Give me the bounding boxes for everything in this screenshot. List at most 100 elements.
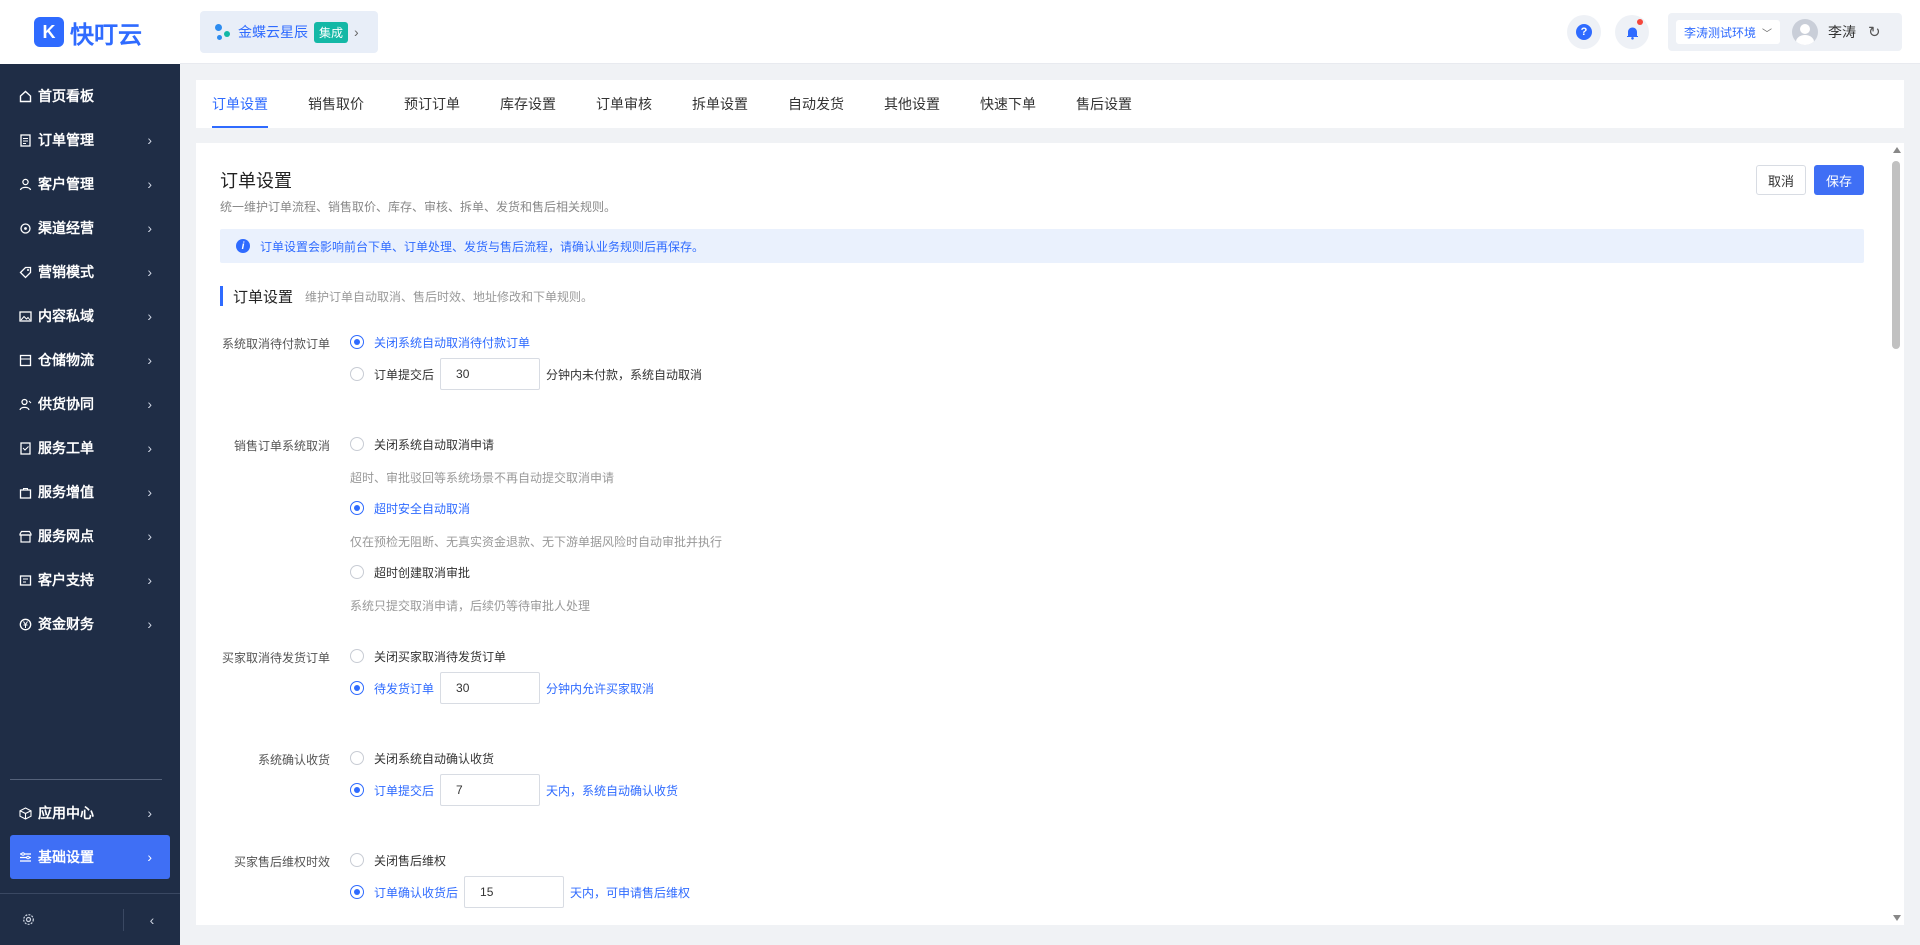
radio-button[interactable] [350,783,364,797]
page-description: 统一维护订单流程、销售取价、库存、审核、拆单、发货和售后相关规则。 [220,200,617,214]
radio-label: 订单提交后 [374,367,435,382]
logo[interactable]: K 快叮云 [0,0,180,64]
minutes-input[interactable] [440,358,541,390]
image-icon [18,309,32,323]
radio-option[interactable]: 关闭系统自动取消申请 [350,429,494,459]
scroll-up-arrow-icon[interactable] [1893,147,1901,153]
user-menu[interactable]: 李涛测试环境 ﹀ 李涛 ↻ [1668,13,1902,51]
tab-order-review[interactable]: 订单审核 [596,80,652,128]
sidebar-item-content[interactable]: 内容私域 › [0,294,180,338]
sidebar-item-label: 服务工单 [38,440,94,456]
tab-split-settings[interactable]: 拆单设置 [692,80,748,128]
tab-after-sales[interactable]: 售后设置 [1076,80,1132,128]
radio-label: 订单确认收货后 [374,885,459,900]
cancel-button[interactable]: 取消 [1756,165,1806,195]
section-subtitle: 维护订单自动取消、售后时效、地址修改和下单规则。 [305,289,594,304]
radio-option[interactable]: 待发货订单 分钟内允许买家取消 [350,671,654,705]
sidebar-nav: 首页看板 订单管理 › 客户管理 › 渠道经营 › 营销模式 › 内容私域 › [0,64,180,646]
radio-option[interactable]: 关闭系统自动取消待付款订单 [350,327,530,357]
sidebar-item-channels[interactable]: 渠道经营 › [0,206,180,250]
radio-button[interactable] [350,853,364,867]
notification-button[interactable] [1615,15,1649,49]
cube-icon [18,806,32,820]
avatar[interactable] [1792,19,1819,45]
chevron-right-icon: › [147,352,152,368]
integration-brand-chip[interactable]: 金蝶云星辰 集成 › [200,11,378,53]
sidebar-item-label: 基础设置 [38,849,94,865]
sidebar: K 快叮云 首页看板 订单管理 › 客户管理 › 渠道经营 › 营销模式 › 内… [0,0,180,945]
sidebar-item-basic-settings[interactable]: 基础设置 › [10,835,170,879]
sidebar-item-customers[interactable]: 客户管理 › [0,162,180,206]
minutes-input[interactable] [440,672,541,704]
sidebar-item-orders[interactable]: 订单管理 › [0,118,180,162]
radio-option[interactable]: 超时安全自动取消 [350,493,470,523]
bag-icon [18,485,32,499]
days-input[interactable] [464,876,565,908]
collapse-icon[interactable]: ‹ [124,912,180,928]
tag-icon [18,265,32,279]
field-label: 销售订单系统取消 [233,439,330,453]
sidebar-item-label: 资金财务 [38,616,94,632]
sidebar-divider [10,779,162,780]
tab-other-settings[interactable]: 其他设置 [884,80,940,128]
settings-tabs: 订单设置 销售取价 预订订单 库存设置 订单审核 拆单设置 自动发货 其他设置 … [196,80,1904,128]
sidebar-item-supply[interactable]: 供货协同 › [0,382,180,426]
radio-option[interactable]: 订单提交后 天内，系统自动确认收货 [350,773,678,807]
refresh-icon[interactable]: ↻ [1868,23,1881,41]
sidebar-item-value-added[interactable]: 服务增值 › [0,470,180,514]
field-label: 买家售后维权时效 [233,855,330,869]
radio-button[interactable] [350,437,364,451]
tab-order-settings[interactable]: 订单设置 [212,80,268,128]
tab-inventory-settings[interactable]: 库存设置 [500,80,556,128]
radio-button[interactable] [350,751,364,765]
radio-button[interactable] [350,501,364,515]
radio-option[interactable]: 超时创建取消审批 [350,557,470,587]
help-icon: ? [1576,24,1592,40]
chevron-right-icon: › [354,24,359,40]
sidebar-item-label: 内容私域 [38,308,94,324]
sidebar-item-label: 首页看板 [38,88,94,104]
chevron-right-icon: › [147,176,152,192]
sidebar-item-app-center[interactable]: 应用中心 › [0,791,180,835]
brand-logo-icon [214,22,232,42]
tab-auto-shipping[interactable]: 自动发货 [788,80,844,128]
chevron-right-icon: › [147,440,152,456]
radio-option[interactable]: 关闭售后维权 [350,845,446,875]
gear-icon[interactable] [0,908,124,931]
tab-quick-order[interactable]: 快速下单 [980,80,1036,128]
radio-option[interactable]: 订单确认收货后 天内，可申请售后维权 [350,875,690,909]
chevron-right-icon: › [147,484,152,500]
radio-button[interactable] [350,367,364,381]
radio-button[interactable] [350,885,364,899]
sidebar-item-outlets[interactable]: 服务网点 › [0,514,180,558]
scroll-down-arrow-icon[interactable] [1893,915,1901,921]
sidebar-item-service-tickets[interactable]: 服务工单 › [0,426,180,470]
field-label: 系统确认收货 [257,753,330,767]
radio-button[interactable] [350,681,364,695]
radio-option[interactable]: 订单提交后 分钟内未付款，系统自动取消 [350,357,702,391]
sidebar-item-support[interactable]: 客户支持 › [0,558,180,602]
scrollbar-thumb[interactable] [1892,161,1900,349]
sidebar-item-finance[interactable]: 资金财务 › [0,602,180,646]
radio-label: 关闭买家取消待发货订单 [374,649,507,664]
environment-select[interactable]: 李涛测试环境 ﹀ [1676,20,1781,44]
tab-sales-pricing[interactable]: 销售取价 [308,80,364,128]
chevron-right-icon: › [147,805,152,821]
sidebar-item-label: 订单管理 [38,132,94,148]
radio-button[interactable] [350,649,364,663]
radio-option[interactable]: 关闭系统自动确认收货 [350,743,494,773]
help-button[interactable]: ? [1567,15,1601,49]
sidebar-item-marketing[interactable]: 营销模式 › [0,250,180,294]
vertical-scrollbar[interactable] [1890,143,1904,925]
save-button[interactable]: 保存 [1814,165,1864,195]
days-input[interactable] [440,774,541,806]
chevron-right-icon: › [147,308,152,324]
sidebar-item-warehouse[interactable]: 仓储物流 › [0,338,180,382]
radio-button[interactable] [350,335,364,349]
ticket-icon [18,441,32,455]
radio-button[interactable] [350,565,364,579]
tab-pre-orders[interactable]: 预订订单 [404,80,460,128]
sidebar-item-label: 营销模式 [38,264,94,280]
radio-option[interactable]: 关闭买家取消待发货订单 [350,641,506,671]
sidebar-item-dashboard[interactable]: 首页看板 [0,74,180,118]
